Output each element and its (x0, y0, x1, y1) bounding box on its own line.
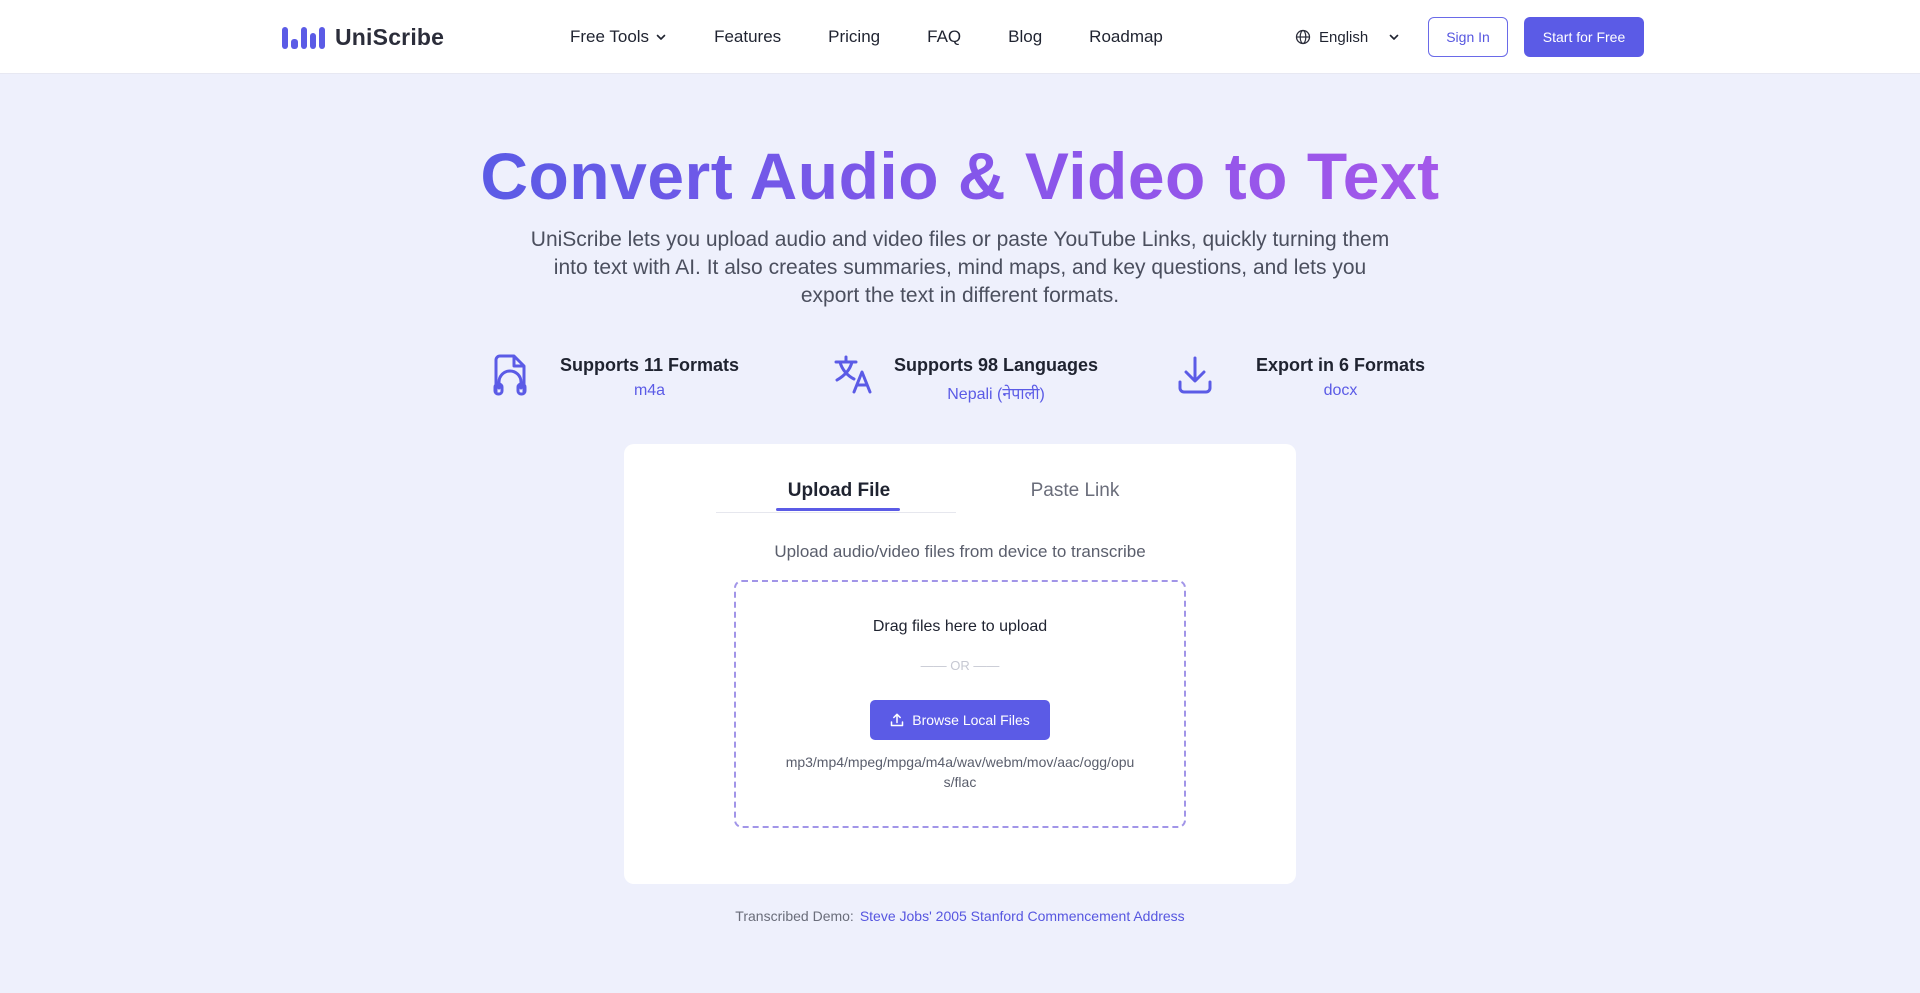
upload-icon (891, 713, 904, 727)
nav-free-tools[interactable]: Free Tools (570, 27, 667, 47)
feature-title: Supports 98 Languages (894, 355, 1099, 375)
nav-label: Blog (1008, 27, 1043, 46)
demo-link[interactable]: Steve Jobs' 2005 Stanford Commencement A… (860, 908, 1185, 924)
sign-in-button[interactable]: Sign In (1428, 17, 1508, 57)
nav-label: Features (714, 27, 782, 46)
main-nav: Free Tools Features Pricing FAQ Blog Roa… (570, 24, 1210, 50)
feature-text: Export in 6 Formats docx (1256, 352, 1425, 400)
browse-local-files-button[interactable]: Browse Local Files (870, 700, 1050, 740)
feature-text: Supports 11 Formats m4a (560, 352, 739, 400)
file-dropzone[interactable]: Drag files here to upload —— OR —— Brows… (734, 580, 1186, 828)
nav-faq[interactable]: FAQ (927, 27, 961, 47)
nav-label: Roadmap (1089, 27, 1163, 46)
feature-sub: m4a (633, 382, 666, 399)
hero-title-text: Convert Audio & Video to Text (480, 139, 1440, 213)
feature-sub: Nepali (नेपाली) (947, 386, 1045, 403)
nav-blog[interactable]: Blog (1008, 27, 1042, 47)
language-selector[interactable]: English (1295, 24, 1400, 50)
audio-file-icon (493, 354, 527, 396)
upload-hint: Upload audio/video files from device to … (774, 542, 1146, 561)
feature-sub: docx (1323, 382, 1358, 399)
nav-label: Free Tools (570, 27, 650, 46)
tabs-divider (716, 512, 956, 513)
drag-text: Drag files here to upload (872, 618, 1048, 635)
supported-formats: mp3/mp4/mpeg/mpga/m4a/wav/webm/mov/aac/o… (785, 754, 1135, 790)
download-icon (1178, 356, 1212, 394)
brand-logo[interactable]: UniScribe (282, 22, 444, 52)
feature-formats: Supports 11 Formats m4a (490, 352, 739, 400)
nav-features[interactable]: Features (714, 27, 781, 47)
feature-text: Supports 98 Languages Nepali (नेपाली) (894, 352, 1098, 404)
browse-label: Browse Local Files (912, 712, 1030, 728)
logo-icon (282, 25, 325, 49)
language-label: English (1319, 28, 1369, 46)
chevron-down-icon (656, 34, 666, 40)
nav-label: FAQ (927, 27, 962, 46)
start-for-free-button[interactable]: Start for Free (1524, 17, 1644, 57)
translate-icon (834, 355, 872, 394)
tab-paste-link[interactable]: Paste Link (1020, 480, 1130, 502)
nav-roadmap[interactable]: Roadmap (1089, 27, 1163, 47)
nav-label: Pricing (828, 27, 881, 46)
brand-name: UniScribe (335, 23, 445, 50)
feature-title: Export in 6 Formats (1256, 355, 1426, 375)
feature-export: Export in 6 Formats docx (1176, 352, 1425, 400)
feature-languages: Supports 98 Languages Nepali (नेपाली) (832, 352, 1098, 404)
tab-upload-file[interactable]: Upload File (776, 480, 902, 502)
top-header: UniScribe Free Tools Features Pricing FA… (0, 0, 1920, 74)
upload-card: Upload File Paste Link Upload audio/vide… (624, 444, 1296, 884)
demo-label: Transcribed Demo: (735, 908, 854, 924)
feature-title: Supports 11 Formats (560, 355, 740, 375)
chevron-down-icon (1389, 34, 1399, 40)
or-divider: —— OR —— (920, 658, 1000, 673)
nav-pricing[interactable]: Pricing (828, 27, 880, 47)
hero-subtitle: UniScribe lets you upload audio and vide… (530, 228, 1390, 307)
active-tab-indicator (776, 508, 900, 511)
globe-icon (1295, 29, 1311, 45)
hero-title: Convert Audio & Video to Text (0, 138, 1920, 214)
transcribed-demo: Transcribed Demo: Steve Jobs' 2005 Stanfo… (0, 908, 1920, 924)
